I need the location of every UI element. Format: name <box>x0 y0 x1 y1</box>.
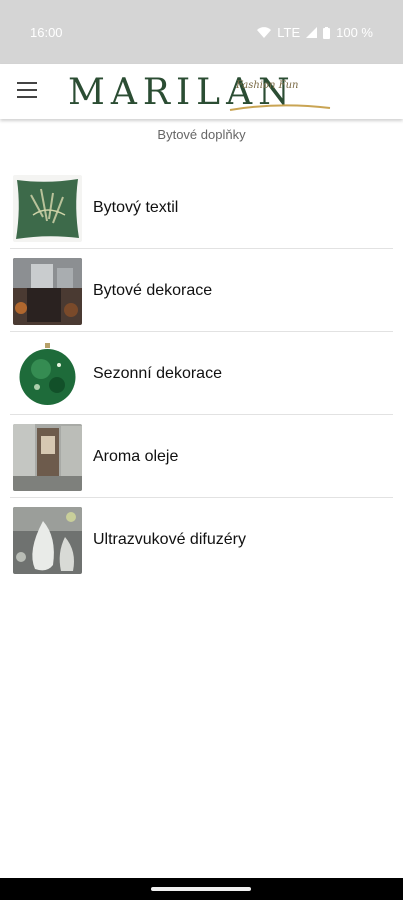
signal-icon <box>306 27 318 38</box>
list-item-label: Bytový textil <box>93 199 179 216</box>
list-item-sezonni-dekorace[interactable]: Sezonní dekorace <box>0 332 403 415</box>
wifi-icon <box>257 27 272 38</box>
navigation-bar <box>0 878 403 900</box>
logo-swoosh-icon <box>229 104 331 111</box>
list-item-label: Ultrazvukové difuzéry <box>93 531 246 548</box>
battery-label: 100 % <box>336 25 373 40</box>
ornament-thumbnail-icon <box>13 341 82 408</box>
aroma-oil-thumbnail-icon <box>13 424 82 491</box>
app-bar: MARILAN Fashion Fun <box>0 64 403 119</box>
status-time: 16:00 <box>30 25 63 40</box>
list-item-label: Bytové dekorace <box>93 282 213 299</box>
logo-script: Fashion Fun <box>236 80 299 91</box>
diffuser-thumbnail-icon <box>13 507 82 574</box>
list-item-label: Aroma oleje <box>93 448 179 465</box>
home-gesture-handle[interactable] <box>151 887 251 891</box>
list-item-label: Sezonní dekorace <box>93 365 222 382</box>
list-item-aroma-oleje[interactable]: Aroma oleje <box>0 415 403 498</box>
battery-icon <box>323 26 331 39</box>
hamburger-menu-icon[interactable] <box>17 82 37 98</box>
status-icons: LTE 100 % <box>257 25 373 40</box>
brand-logo: MARILAN Fashion Fun <box>68 70 332 114</box>
category-list: Bytový textil Bytové dekorace Sezonní de… <box>0 166 403 581</box>
page-title: Bytové doplňky <box>157 127 246 142</box>
list-item-bytovy-textil[interactable]: Bytový textil <box>0 166 403 249</box>
network-label: LTE <box>277 25 301 40</box>
pillow-thumbnail-icon <box>13 175 82 242</box>
list-item-bytove-dekorace[interactable]: Bytové dekorace <box>0 249 403 332</box>
status-bar: 16:00 LTE 100 % <box>0 0 403 64</box>
list-item-ultrazvukove-difuzery[interactable]: Ultrazvukové difuzéry <box>0 498 403 581</box>
decor-thumbnail-icon <box>13 258 82 325</box>
